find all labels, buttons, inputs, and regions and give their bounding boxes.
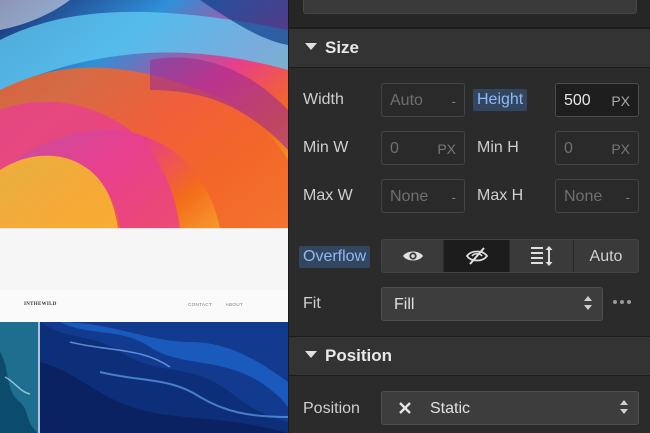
fit-select[interactable]: Fill	[381, 287, 603, 321]
max-width-unit[interactable]: -	[451, 189, 456, 205]
nav-link-about[interactable]: ABOUT	[226, 302, 244, 307]
min-width-label: Min W	[303, 139, 349, 156]
max-width-value: None	[390, 188, 429, 205]
height-label[interactable]: Height	[473, 89, 528, 111]
fit-value: Fill	[394, 296, 415, 313]
width-unit[interactable]: -	[451, 93, 456, 109]
scroll-icon	[530, 246, 552, 266]
position-value: Static	[430, 400, 471, 417]
max-width-input[interactable]: None -	[381, 179, 465, 213]
close-icon	[398, 401, 412, 420]
min-height-label: Min H	[477, 139, 519, 156]
position-label: Position	[303, 400, 360, 417]
site-navbar[interactable]: INTHEWILD CONTACT ABOUT	[0, 290, 288, 322]
position-section-title: Position	[325, 346, 393, 365]
width-value: Auto	[390, 92, 423, 109]
caret-down-icon	[305, 43, 317, 50]
max-width-label: Max W	[303, 187, 353, 204]
previous-section-strip	[289, 0, 650, 28]
min-width-input[interactable]: 0 PX	[381, 131, 465, 165]
max-height-unit[interactable]: -	[625, 189, 630, 205]
max-height-value: None	[564, 188, 603, 205]
max-height-label: Max H	[477, 187, 524, 204]
overflow-auto-button[interactable]: Auto	[574, 240, 638, 272]
max-height-input[interactable]: None -	[555, 179, 639, 213]
overflow-label[interactable]: Overflow	[299, 246, 371, 268]
gallery-image	[0, 322, 288, 433]
position-select[interactable]: Static	[381, 391, 639, 425]
hero-image	[0, 0, 288, 228]
style-panel: Size Width Auto - Height 500 PX Min W 0 …	[288, 0, 650, 433]
position-section-header[interactable]: Position	[289, 336, 650, 376]
eye-off-icon	[465, 247, 488, 265]
overflow-hidden-button[interactable]	[444, 240, 510, 272]
size-section-header[interactable]: Size	[289, 28, 650, 68]
width-input[interactable]: Auto -	[381, 83, 465, 117]
design-canvas[interactable]: INTHEWILD CONTACT ABOUT	[0, 0, 288, 433]
overflow-auto-label: Auto	[589, 248, 623, 265]
site-logo[interactable]: INTHEWILD	[24, 302, 57, 307]
min-width-value: 0	[390, 140, 399, 157]
fit-label: Fit	[303, 295, 321, 312]
min-height-unit[interactable]: PX	[611, 141, 630, 157]
width-label: Width	[303, 91, 344, 108]
updown-arrows-icon	[620, 400, 628, 416]
min-height-input[interactable]: 0 PX	[555, 131, 639, 165]
eye-icon	[402, 251, 423, 261]
overflow-visible-button[interactable]	[382, 240, 444, 272]
height-unit[interactable]: PX	[611, 93, 630, 109]
updown-arrows-icon	[584, 296, 592, 312]
min-width-unit[interactable]: PX	[437, 141, 456, 157]
previous-dropdown[interactable]	[303, 0, 637, 14]
min-height-value: 0	[564, 140, 573, 157]
height-value: 500	[564, 92, 591, 109]
nav-link-contact[interactable]: CONTACT	[188, 302, 212, 307]
caret-down-icon	[305, 351, 317, 358]
more-icon[interactable]	[613, 295, 635, 309]
height-input[interactable]: 500 PX	[555, 83, 639, 117]
size-section-title: Size	[325, 38, 360, 57]
page-spacer	[0, 228, 288, 290]
overflow-toggle-group: Auto	[381, 239, 639, 273]
overflow-scroll-button[interactable]	[510, 240, 574, 272]
